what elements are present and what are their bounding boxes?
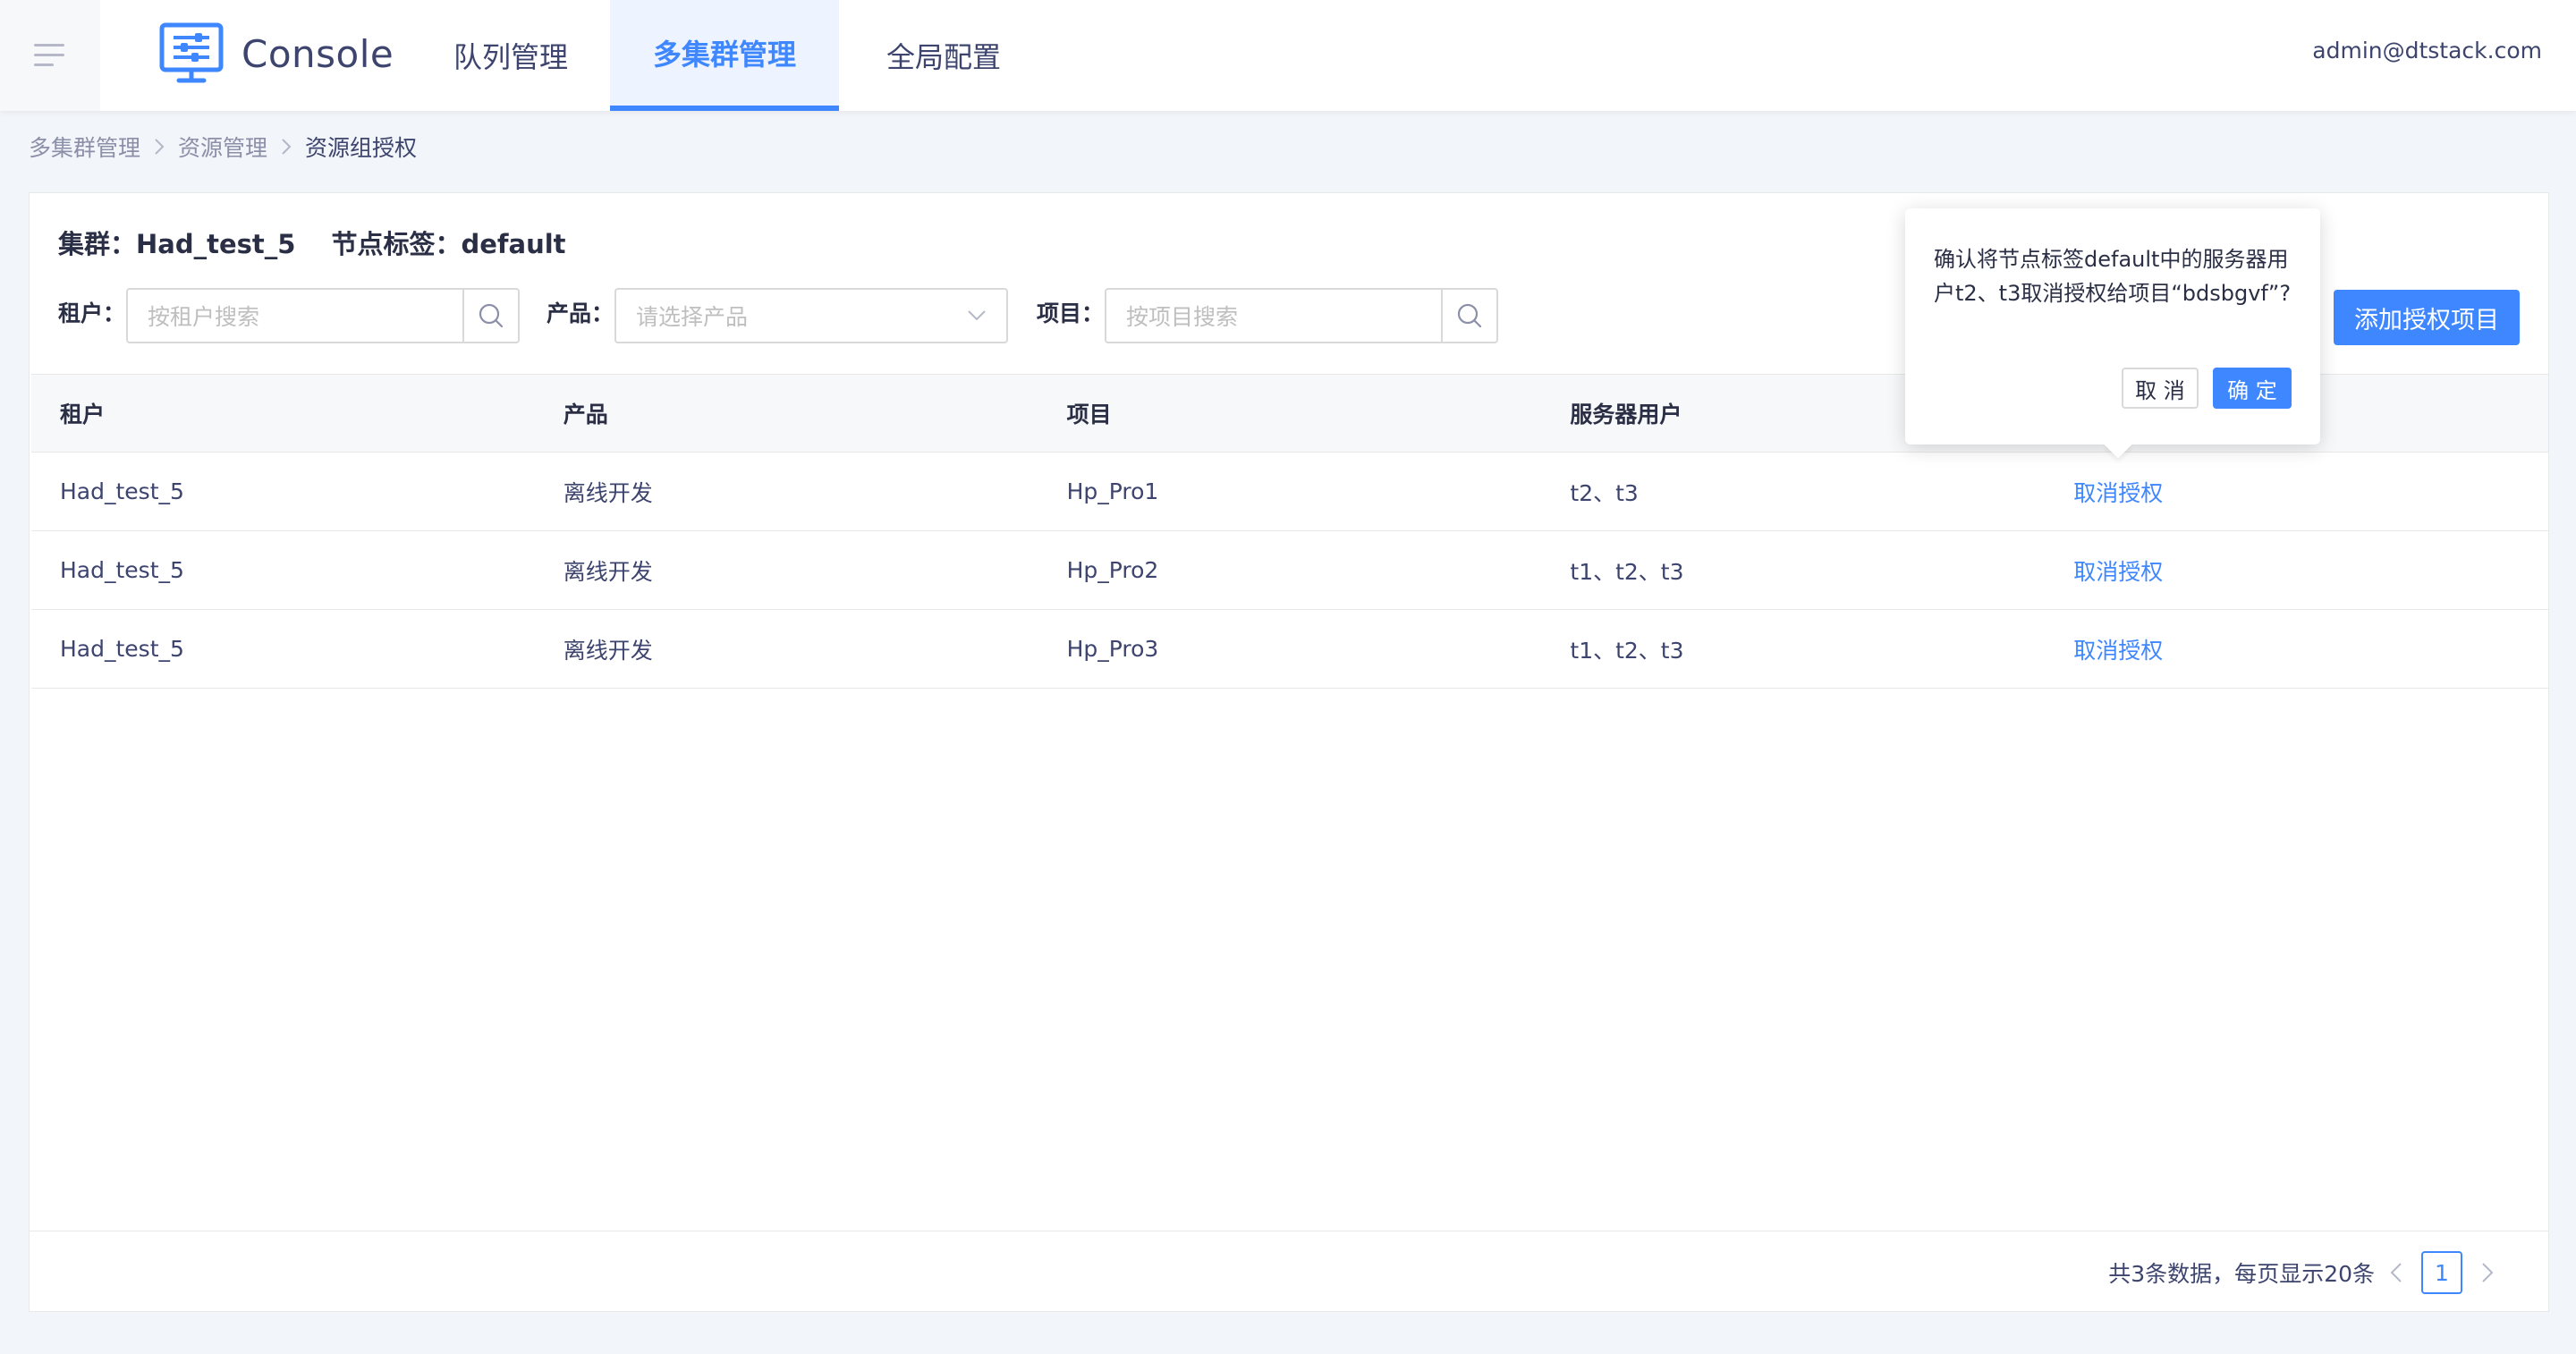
breadcrumb-item-multi-cluster[interactable]: 多集群管理	[29, 131, 140, 163]
cluster-name: Had_test_5	[136, 229, 296, 259]
breadcrumb-item-current: 资源组授权	[305, 135, 418, 161]
project-search-input[interactable]: 按项目搜索	[1105, 288, 1498, 343]
nav-tab-label: 全局配置	[886, 40, 1001, 74]
search-icon	[1457, 303, 1482, 328]
product-select[interactable]: 请选择产品	[614, 288, 1008, 343]
cell-product: 离线开发	[563, 479, 653, 506]
tenant-search-input[interactable]: 按租户搜索	[126, 288, 520, 343]
revoke-confirm-popover: 确认将节点标签default中的服务器用户t2、t3取消授权给项目“bdsbgv…	[1905, 208, 2320, 459]
top-bar: Console 队列管理 多集群管理 全局配置 admin@dtstack.co…	[0, 0, 2576, 111]
search-icon	[479, 303, 504, 328]
cell-tenant: Had_test_5	[60, 478, 184, 504]
chevron-right-icon	[153, 137, 165, 157]
table-footer: 共3条数据，每页显示20条 1	[30, 1231, 2548, 1311]
cell-project: Hp_Pro1	[1066, 478, 1159, 504]
chevron-left-icon	[2390, 1263, 2402, 1282]
table-row: Had_test_5 离线开发 Hp_Pro1 t2、t3 取消授权	[31, 453, 2548, 531]
product-filter-label: 产品：	[547, 300, 614, 326]
popover-message: 确认将节点标签default中的服务器用户t2、t3取消授权给项目“bdsbgv…	[1934, 247, 2292, 306]
chevron-right-icon	[280, 137, 292, 157]
nav-tab-label: 队列管理	[453, 40, 568, 74]
cell-product: 离线开发	[563, 637, 653, 664]
column-header-tenant: 租户	[60, 402, 106, 427]
app-name: Console	[242, 31, 394, 76]
prev-page-button[interactable]	[2375, 1251, 2418, 1294]
cluster-label: 集群：	[58, 229, 137, 259]
table-row: Had_test_5 离线开发 Hp_Pro3 t1、t2、t3 取消授权	[31, 610, 2548, 689]
chevron-right-icon	[2482, 1263, 2494, 1282]
revoke-auth-link[interactable]: 取消授权	[2045, 633, 2548, 665]
node-label-label: 节点标签：	[331, 229, 462, 259]
column-header-project: 项目	[1066, 402, 1112, 427]
chevron-down-icon	[968, 310, 986, 321]
cell-tenant: Had_test_5	[60, 557, 184, 583]
cell-users: t1、t2、t3	[1570, 558, 1684, 585]
menu-icon	[34, 44, 64, 66]
cluster-info: 集群：Had_test_5 节点标签：default	[58, 224, 566, 261]
tenant-filter-label: 租户：	[58, 300, 126, 326]
project-search-button[interactable]	[1441, 290, 1496, 342]
nav-tab-global-config[interactable]: 全局配置	[855, 0, 1032, 111]
tenant-search-button[interactable]	[462, 290, 518, 342]
cell-tenant: Had_test_5	[60, 636, 184, 662]
nav-tab-multi-cluster[interactable]: 多集群管理	[610, 0, 839, 111]
menu-toggle-button[interactable]	[0, 0, 100, 111]
nav-tab-label: 多集群管理	[652, 38, 796, 72]
popover-cancel-button[interactable]: 取 消	[2122, 368, 2199, 409]
cell-product: 离线开发	[563, 558, 653, 585]
revoke-auth-link[interactable]: 取消授权	[2045, 554, 2548, 587]
project-filter-label: 项目：	[1037, 300, 1105, 326]
cell-users: t2、t3	[1570, 479, 1639, 506]
popover-confirm-button[interactable]: 确 定	[2213, 368, 2292, 409]
column-header-product: 产品	[563, 402, 608, 427]
next-page-button[interactable]	[2466, 1251, 2509, 1294]
breadcrumb-item-resource[interactable]: 资源管理	[178, 131, 267, 163]
cell-project: Hp_Pro2	[1066, 557, 1159, 583]
table-row: Had_test_5 离线开发 Hp_Pro2 t1、t2、t3 取消授权	[31, 531, 2548, 610]
console-monitor-icon	[159, 22, 224, 83]
add-auth-project-button[interactable]: 添加授权项目	[2334, 290, 2520, 345]
app-logo[interactable]: Console	[159, 21, 394, 86]
user-email[interactable]: admin@dtstack.com	[2312, 38, 2542, 63]
nav-tab-queue[interactable]: 队列管理	[422, 0, 599, 111]
revoke-auth-link[interactable]: 取消授权	[2045, 476, 2548, 508]
project-search-placeholder: 按项目搜索	[1126, 304, 1239, 330]
pagination: 共3条数据，每页显示20条 1	[2108, 1251, 2509, 1294]
pagination-summary: 共3条数据，每页显示20条	[2108, 1261, 2375, 1287]
page-number-button[interactable]: 1	[2421, 1251, 2462, 1294]
tenant-search-placeholder: 按租户搜索	[148, 304, 260, 330]
node-label-value: default	[461, 229, 566, 259]
cell-users: t1、t2、t3	[1570, 637, 1684, 664]
product-select-placeholder: 请选择产品	[636, 304, 749, 330]
breadcrumb: 多集群管理 资源管理 资源组授权	[29, 132, 417, 161]
cell-project: Hp_Pro3	[1066, 636, 1159, 662]
